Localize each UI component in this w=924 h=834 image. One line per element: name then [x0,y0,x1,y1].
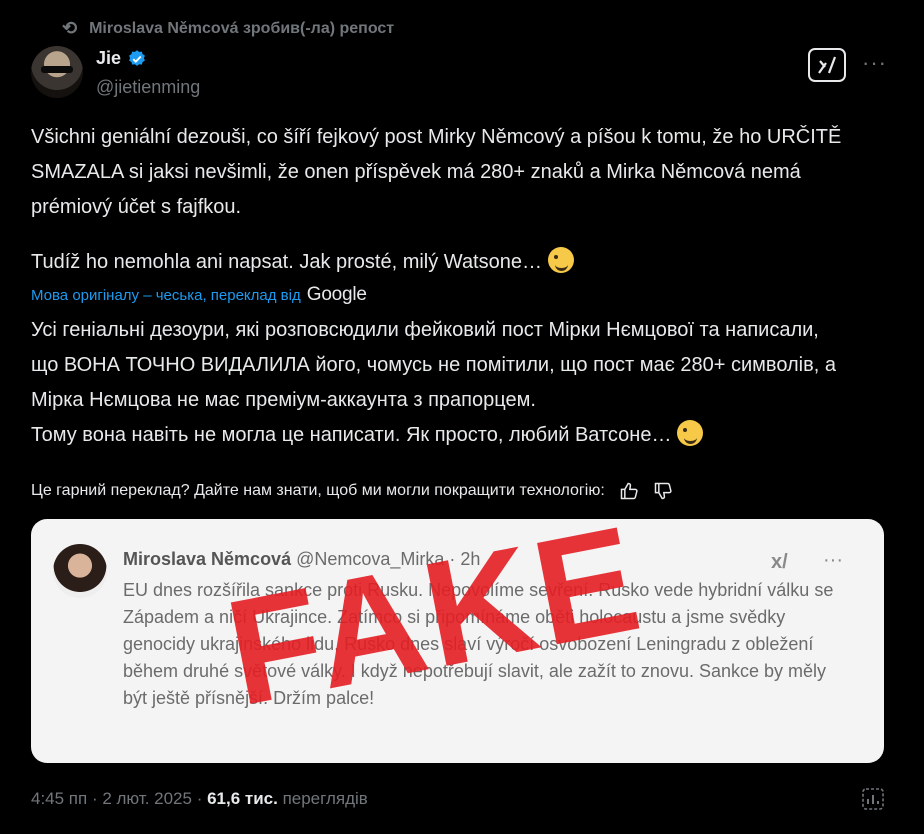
tweet-text-translated: Усі геніальні дезоури, які розповсюдили … [31,319,836,411]
embedded-grok-icon: x/ [771,551,788,573]
verified-badge-icon [129,49,145,66]
repost-header[interactable]: ⟲ Miroslava Němcová зробив(-ла) репост [62,18,394,39]
zany-face-emoji-icon [547,247,574,273]
tweet-meta: 4:45 пп · 2 лют. 2025 · 61,6 тис. перегл… [31,789,368,809]
translation-note[interactable]: Мова оригіналу – чеська, переклад від [31,287,301,304]
author-name-row[interactable]: Jie [96,48,147,69]
author-handle[interactable]: @jietienming [96,77,200,98]
grok-icon [818,56,837,74]
repost-icon: ⟲ [62,18,78,38]
grok-button[interactable] [808,48,846,82]
post-analytics-icon[interactable] [860,786,886,812]
feedback-question: Це гарний переклад? Дайте нам знати, щоб… [31,482,605,499]
thumbs-up-icon[interactable] [619,481,639,501]
tweet-text-translated-2-text: Тому вона навіть не могла це написати. Я… [31,424,672,446]
embedded-more-icon: ··· [823,549,843,571]
avatar-glasses [41,66,73,73]
translation-attribution[interactable]: Мова оригіналу – чеська, переклад від Go… [31,284,367,306]
embedded-image[interactable]: Miroslava Němcová @Nemcova_Mirka · 2h x/… [31,519,884,763]
tweet-text-translated-2: Тому вона навіть не могла це написати. Я… [31,418,851,453]
zany-face-emoji-icon [677,420,704,446]
tweet-text-original-2-text: Tudíž ho nemohla ani napsat. Jak prosté,… [31,251,542,273]
author-avatar[interactable] [31,46,83,98]
views-label: переглядів [277,789,368,808]
translation-feedback: Це гарний переклад? Дайте нам знати, щоб… [31,481,673,501]
repost-label: Miroslava Němcová зробив(-ла) репост [89,19,395,37]
tweet-text-original-2: Tudíž ho nemohla ani napsat. Jak prosté,… [31,245,851,280]
view-count: 61,6 тис. [207,789,278,808]
tweet-text-original: Všichni geniální dezouši, co šíří fejkov… [31,126,842,218]
thumbs-down-icon[interactable] [653,481,673,501]
tweet-timestamp[interactable]: 4:45 пп · 2 лют. 2025 · [31,789,207,808]
author-name[interactable]: Jie [96,48,121,69]
embedded-avatar [53,544,107,598]
more-options-icon[interactable]: ··· [862,50,887,76]
google-logo: Google [306,284,367,305]
